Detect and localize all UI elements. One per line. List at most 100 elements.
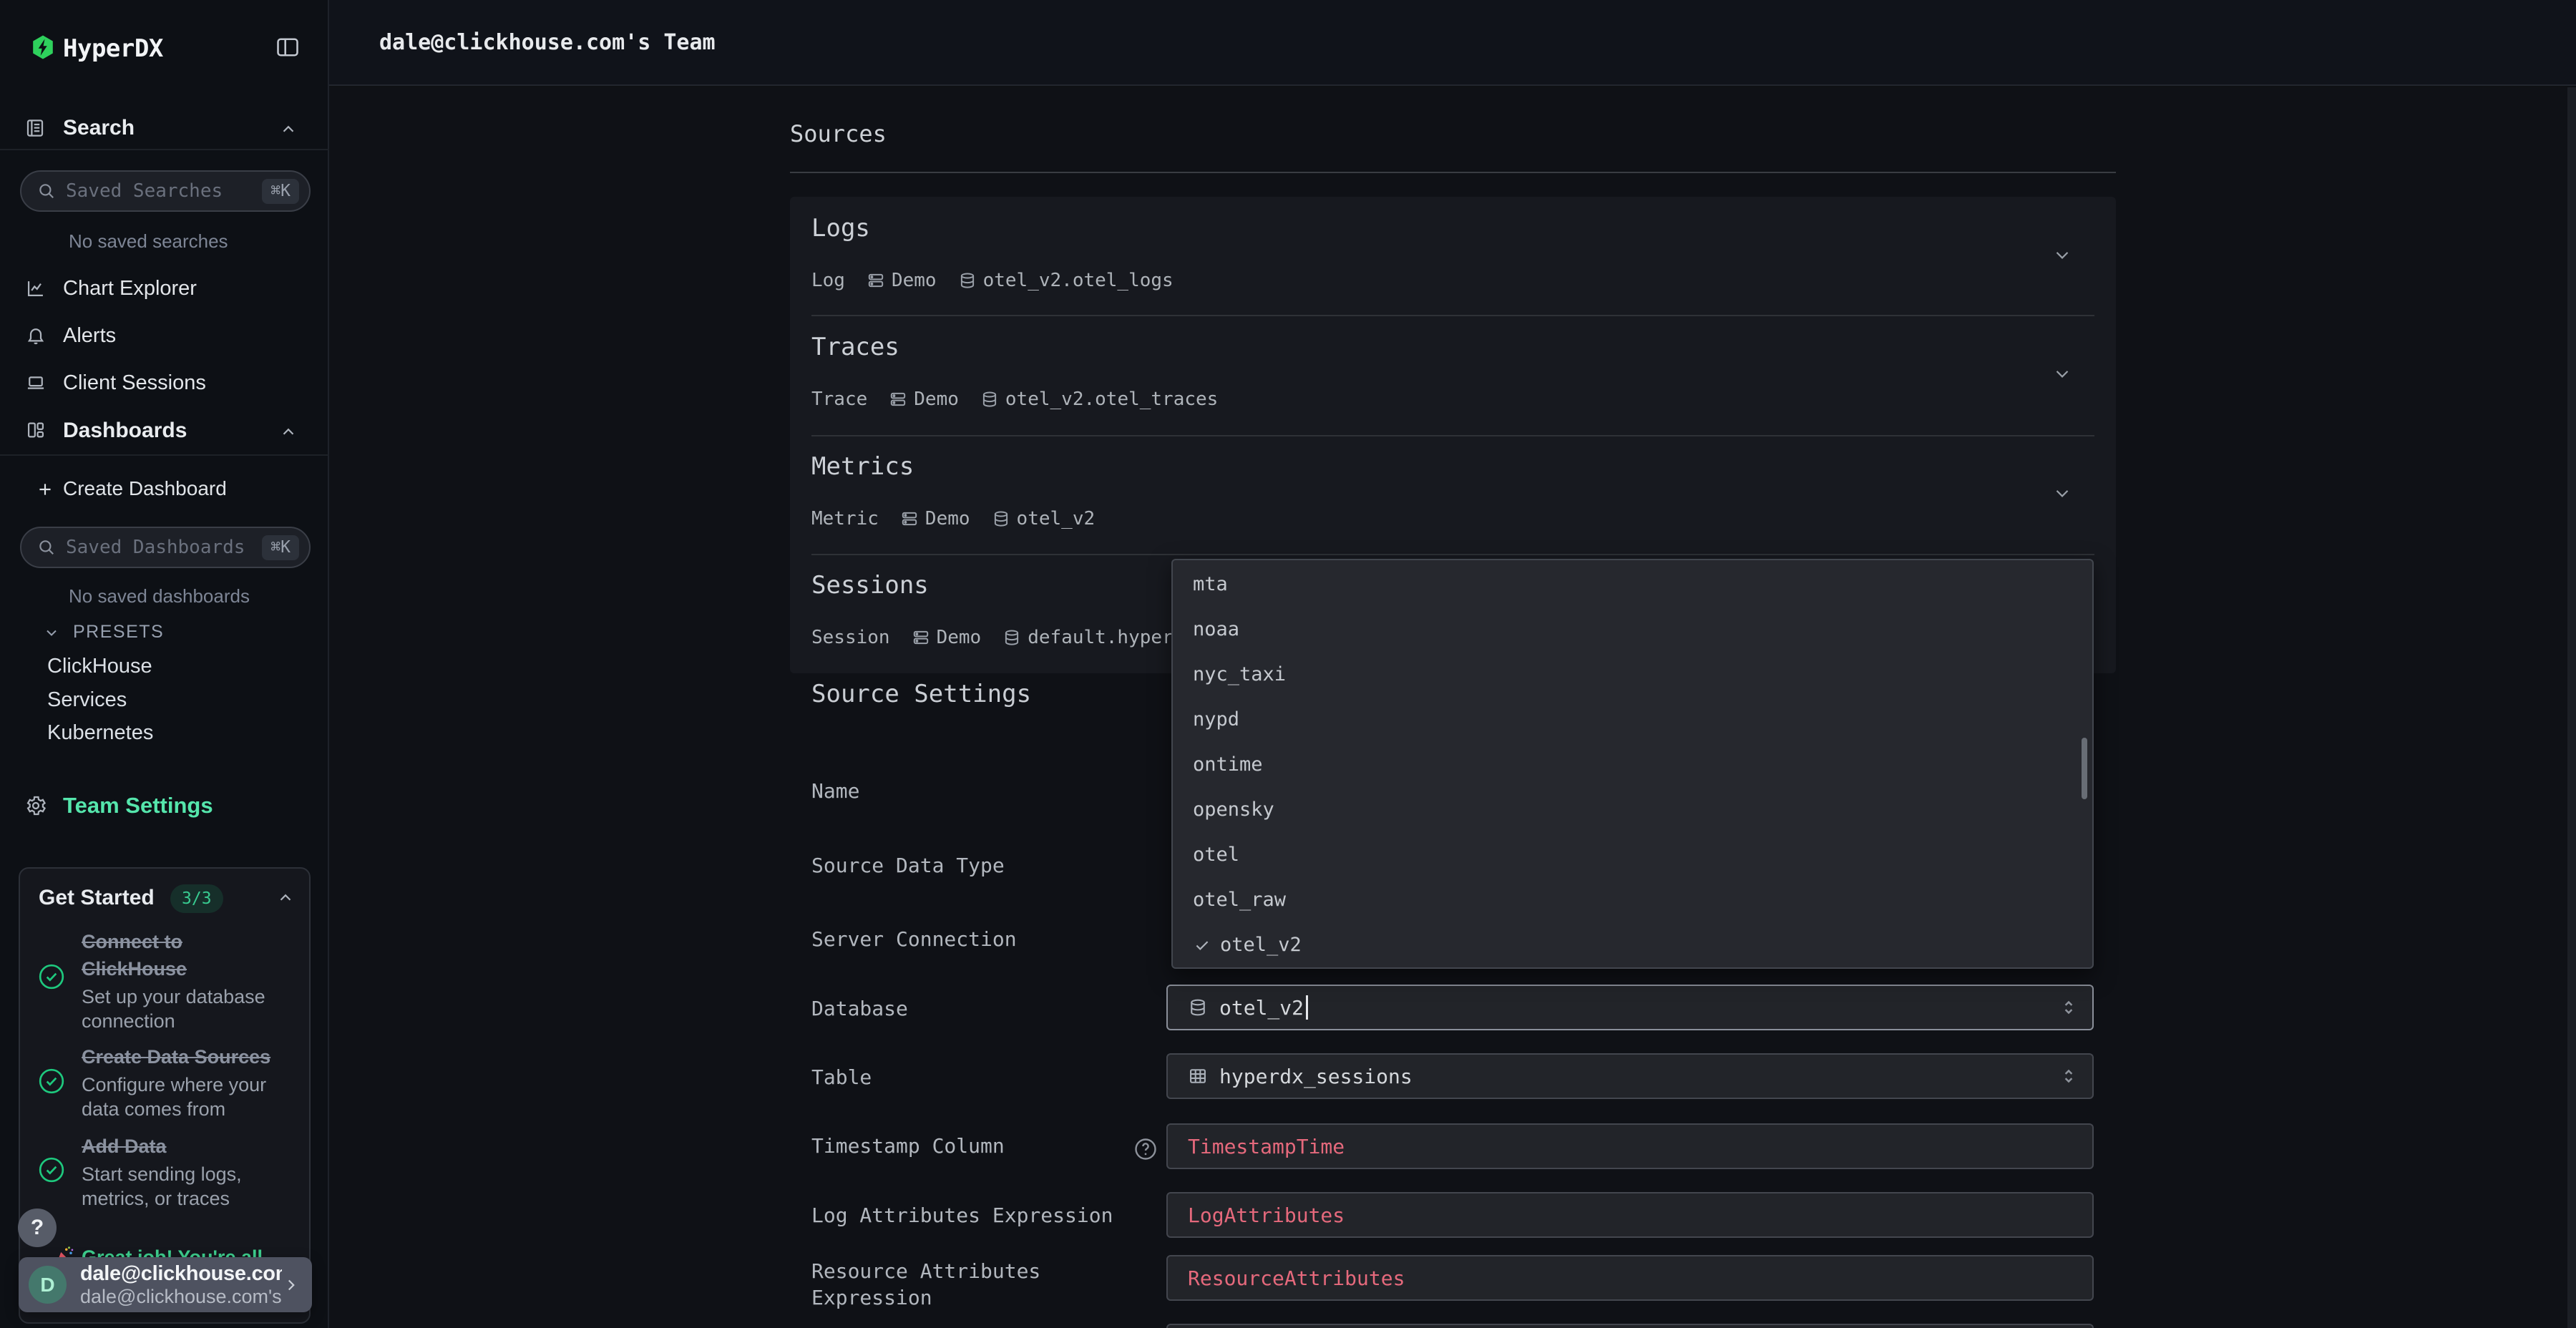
database-icon bbox=[958, 271, 977, 290]
database-value: otel_v2 bbox=[1219, 996, 1304, 1020]
preset-kubernetes[interactable]: Kubernetes bbox=[47, 721, 153, 745]
dropdown-option-selected[interactable]: otel_v2 bbox=[1173, 922, 2092, 967]
source-row-traces[interactable]: Traces Trace Demo bbox=[790, 316, 2116, 435]
table-select[interactable]: hyperdx_sessions bbox=[1166, 1053, 2094, 1099]
no-saved-searches-note: No saved searches bbox=[69, 230, 228, 253]
dropdown-option[interactable]: noaa bbox=[1173, 607, 2092, 652]
task-subtitle: Configure where your bbox=[82, 1073, 270, 1097]
sidebar-item-alerts[interactable]: Alerts bbox=[63, 324, 116, 348]
task-title: Add Data bbox=[82, 1133, 242, 1160]
source-connection: Demo bbox=[925, 508, 970, 529]
sidebar-item-client-sessions[interactable]: Client Sessions bbox=[63, 371, 206, 395]
divider bbox=[0, 149, 329, 150]
get-started-title: Get Started bbox=[39, 886, 155, 910]
task-title: Connect to bbox=[82, 928, 265, 955]
task-subtitle: metrics, or traces bbox=[82, 1186, 242, 1211]
text-cursor bbox=[1306, 995, 1308, 1020]
timestamp-column-label: Timestamp Column bbox=[811, 1133, 1148, 1159]
database-icon bbox=[980, 390, 999, 409]
user-menu[interactable]: D dale@clickhouse.com dale@clickhouse.co… bbox=[19, 1257, 312, 1312]
dropdown-option[interactable]: nypd bbox=[1173, 697, 2092, 742]
server-icon bbox=[900, 509, 919, 528]
timestamp-column-value: TimestampTime bbox=[1188, 1135, 1345, 1158]
divider bbox=[0, 454, 329, 456]
check-circle-icon bbox=[37, 1156, 66, 1184]
dropdown-option[interactable]: otel_raw bbox=[1173, 877, 2092, 922]
search-icon bbox=[37, 182, 56, 200]
user-team: dale@clickhouse.com's bbox=[80, 1286, 282, 1308]
shortcut-badge: ⌘K bbox=[262, 179, 299, 204]
dropdown-scrollbar[interactable] bbox=[2082, 738, 2087, 799]
sidebar-item-team-settings[interactable]: Team Settings bbox=[63, 793, 213, 819]
database-icon bbox=[992, 509, 1010, 528]
database-label: Database bbox=[811, 995, 1148, 1022]
user-email: dale@clickhouse.com bbox=[80, 1261, 282, 1286]
presets-header[interactable]: PRESETS bbox=[73, 622, 164, 643]
source-row-logs[interactable]: Logs Log Demo bbox=[790, 197, 2116, 316]
get-started-item[interactable]: Connect to ClickHouse Set up your databa… bbox=[82, 928, 265, 1033]
timestamp-column-input[interactable]: TimestampTime bbox=[1166, 1123, 2094, 1169]
source-type: Trace bbox=[811, 389, 867, 410]
preset-services[interactable]: Services bbox=[47, 688, 127, 712]
shortcut-badge: ⌘K bbox=[262, 535, 299, 560]
dropdown-option[interactable]: ontime bbox=[1173, 742, 2092, 787]
create-dashboard-button[interactable]: Create Dashboard bbox=[63, 477, 227, 500]
chevron-up-icon[interactable] bbox=[279, 423, 298, 441]
resource-attributes-label: Resource Attributes Expression bbox=[811, 1258, 1148, 1311]
dropdown-option[interactable]: otel bbox=[1173, 832, 2092, 877]
avatar: D bbox=[29, 1266, 67, 1304]
help-button[interactable]: ? bbox=[18, 1209, 57, 1247]
chevron-down-icon[interactable] bbox=[2051, 363, 2073, 384]
task-title: Create Data Sources bbox=[82, 1043, 270, 1070]
table-grid-icon bbox=[1188, 1066, 1208, 1086]
name-label: Name bbox=[811, 778, 1148, 804]
saved-searches-placeholder: Saved Searches bbox=[66, 180, 262, 202]
chevron-down-icon[interactable] bbox=[43, 624, 60, 641]
next-input-clipped[interactable] bbox=[1166, 1324, 2094, 1328]
dashboards-grid-icon bbox=[26, 420, 46, 440]
server-connection-label: Server Connection bbox=[811, 926, 1148, 952]
saved-searches-input[interactable]: Saved Searches ⌘K bbox=[20, 170, 311, 212]
get-started-item[interactable]: Create Data Sources Configure where your… bbox=[82, 1043, 270, 1121]
source-row-metrics[interactable]: Metrics Metric Demo bbox=[790, 435, 2116, 554]
dropdown-option[interactable]: nyc_taxi bbox=[1173, 652, 2092, 697]
get-started-item[interactable]: Add Data Start sending logs, metrics, or… bbox=[82, 1133, 242, 1211]
preset-clickhouse[interactable]: ClickHouse bbox=[47, 655, 152, 678]
check-circle-icon bbox=[37, 962, 66, 991]
sidebar-item-dashboards[interactable]: Dashboards bbox=[63, 419, 187, 443]
task-title: ClickHouse bbox=[82, 955, 265, 982]
get-started-progress-badge: 3/3 bbox=[170, 884, 223, 913]
topbar: dale@clickhouse.com's Team bbox=[329, 0, 2576, 86]
chevron-down-icon[interactable] bbox=[2051, 244, 2073, 265]
no-saved-dashboards-note: No saved dashboards bbox=[69, 585, 250, 607]
check-icon bbox=[1193, 936, 1211, 954]
saved-dashboards-input[interactable]: Saved Dashboards ⌘K bbox=[20, 527, 311, 568]
table-value: hyperdx_sessions bbox=[1219, 1065, 1413, 1088]
chevron-up-icon[interactable] bbox=[276, 889, 295, 907]
sidebar-item-search[interactable]: Search bbox=[63, 116, 135, 140]
resource-attributes-input[interactable]: ResourceAttributes bbox=[1166, 1255, 2094, 1301]
saved-dashboards-placeholder: Saved Dashboards bbox=[66, 537, 262, 558]
chevron-up-icon[interactable] bbox=[279, 120, 298, 139]
selector-chevrons-icon[interactable] bbox=[2058, 1065, 2079, 1087]
database-icon bbox=[1002, 628, 1021, 647]
source-title: Metrics bbox=[811, 452, 914, 481]
database-dropdown: mta noaa nyc_taxi nypd ontime opensky ot… bbox=[1171, 559, 2094, 969]
sidebar: HyperDX Search Saved Searches ⌘K No save… bbox=[0, 0, 329, 1328]
source-data-type-label: Source Data Type bbox=[811, 852, 1148, 879]
database-select[interactable]: otel_v2 bbox=[1166, 985, 2094, 1030]
log-attributes-input[interactable]: LogAttributes bbox=[1166, 1192, 2094, 1238]
help-circle-icon[interactable] bbox=[1133, 1136, 1158, 1162]
source-title: Logs bbox=[811, 214, 870, 243]
dropdown-option[interactable]: mta bbox=[1173, 562, 2092, 607]
page-scrollbar[interactable] bbox=[2567, 87, 2576, 1328]
dropdown-option[interactable]: opensky bbox=[1173, 787, 2092, 832]
chevron-down-icon[interactable] bbox=[2051, 482, 2073, 504]
source-type: Metric bbox=[811, 508, 879, 529]
task-subtitle: connection bbox=[82, 1009, 265, 1033]
selector-chevrons-icon[interactable] bbox=[2058, 997, 2079, 1018]
server-icon bbox=[867, 271, 885, 290]
sidebar-item-chart-explorer[interactable]: Chart Explorer bbox=[63, 277, 197, 301]
source-type: Session bbox=[811, 627, 890, 648]
collapse-sidebar-icon[interactable] bbox=[275, 34, 301, 60]
